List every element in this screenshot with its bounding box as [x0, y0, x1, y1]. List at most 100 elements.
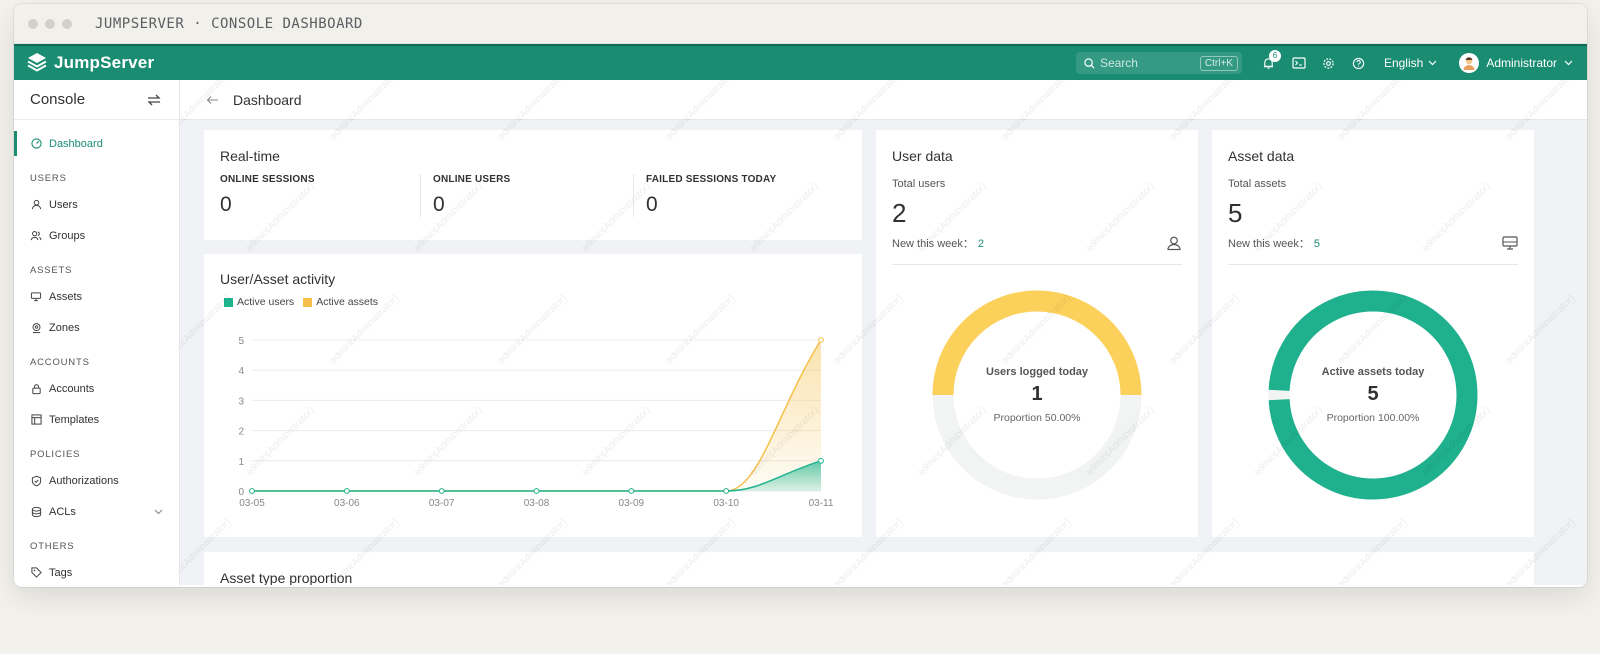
legend-active-assets[interactable]: Active assets	[303, 296, 378, 308]
monitor-icon	[1502, 236, 1518, 250]
sidebar-item-groups[interactable]: Groups	[14, 220, 179, 251]
sidebar-item-label: Dashboard	[49, 137, 103, 150]
users-logged-value: 1	[1031, 383, 1043, 405]
legend-label: Active assets	[316, 296, 379, 308]
lock-icon	[30, 383, 42, 395]
window-title: JUMPSERVER · CONSOLE DASHBOARD	[95, 15, 363, 32]
legend-active-users[interactable]: Active users	[224, 296, 294, 308]
sidebar-item-accounts[interactable]: Accounts	[14, 373, 179, 404]
template-icon	[30, 414, 42, 426]
sidebar-item-label: Tags	[49, 566, 73, 579]
activity-title: User/Asset activity	[220, 271, 336, 287]
chevron-down-icon	[1564, 60, 1573, 66]
data-point-users[interactable]	[249, 488, 255, 494]
assets-proportion: Proportion 100.00%	[1326, 412, 1420, 424]
data-point-users[interactable]	[818, 457, 824, 464]
total-assets-value: 5	[1228, 198, 1243, 228]
web-terminal-button[interactable]	[1284, 48, 1314, 78]
sidebar-item-label: Templates	[49, 413, 100, 426]
notifications-button[interactable]: 6	[1254, 48, 1284, 78]
sidebar-item-label: Accounts	[49, 382, 95, 395]
new-users-label: New this week：	[892, 238, 974, 250]
shield-icon	[30, 475, 42, 487]
data-point-users[interactable]	[343, 488, 350, 494]
settings-button[interactable]	[1314, 48, 1344, 78]
users-logged-label: Users logged today	[985, 366, 1089, 378]
series-line-users	[252, 460, 822, 492]
data-point-users[interactable]	[533, 488, 540, 494]
new-assets-label: New this week：	[1228, 238, 1310, 250]
maximize-window-icon[interactable]	[62, 18, 72, 29]
brand-logo[interactable]: JumpServer	[26, 52, 196, 74]
notification-badge: 6	[1268, 50, 1281, 62]
sidebar-item-authorizations[interactable]: Authorizations	[14, 465, 179, 496]
failed-sessions-stat[interactable]: FAILED SESSIONS TODAY 0	[633, 174, 846, 217]
legend-swatch	[224, 297, 233, 307]
user-avatar-icon	[1463, 57, 1475, 70]
tag-icon	[30, 567, 42, 579]
series-area-assets	[252, 340, 821, 491]
online-users-stat[interactable]: ONLINE USERS 0	[420, 174, 633, 217]
avatar	[1459, 53, 1480, 73]
user-menu[interactable]: Administrator	[1459, 53, 1573, 73]
sidebar-group-policies: POLICIES	[30, 449, 81, 460]
data-point-assets[interactable]	[818, 337, 824, 343]
sidebar-group-others: OTHERS	[30, 541, 75, 552]
location-icon	[30, 322, 42, 334]
sidebar-group-accounts: ACCOUNTS	[30, 357, 90, 368]
sidebar: Console Dashboard USERS Users Groups ASS…	[14, 80, 180, 585]
x-tick-label: 03-06	[334, 498, 360, 509]
language-dropdown[interactable]: English	[1384, 56, 1437, 70]
sidebar-item-label: ACLs	[49, 505, 76, 518]
sidebar-group-users: USERS	[30, 173, 67, 184]
y-tick-label: 5	[238, 336, 244, 347]
user-name: Administrator	[1486, 56, 1557, 70]
sidebar-item-acls[interactable]: ACLs	[14, 496, 179, 527]
sidebar-item-templates[interactable]: Templates	[14, 404, 179, 435]
active-assets-value: 5	[1367, 383, 1379, 405]
realtime-title: Real-time	[220, 148, 280, 164]
help-button[interactable]	[1344, 48, 1374, 78]
x-tick-label: 03-10	[713, 498, 739, 509]
chevron-down-icon	[1428, 60, 1437, 66]
y-tick-label: 0	[238, 487, 244, 498]
sidebar-item-assets[interactable]: Assets	[14, 281, 179, 312]
sidebar-group-assets: ASSETS	[30, 265, 73, 276]
global-search[interactable]: Search Ctrl+K	[1075, 52, 1242, 74]
assets-donut-center: Active assets today 5 Proportion 100.00%	[1268, 290, 1478, 500]
sidebar-item-label: Groups	[49, 229, 86, 242]
page-title: Dashboard	[233, 91, 302, 108]
brand-name: JumpServer	[54, 53, 155, 72]
close-window-icon[interactable]	[28, 18, 38, 29]
window-titlebar: JUMPSERVER · CONSOLE DASHBOARD	[14, 4, 1587, 44]
question-icon	[1353, 57, 1365, 69]
sidebar-item-users[interactable]: Users	[14, 189, 179, 220]
total-users-value: 2	[892, 198, 907, 228]
total-users-label: Total users	[892, 178, 946, 190]
search-icon	[1084, 57, 1095, 69]
failed-sessions-value: 0	[646, 193, 658, 216]
data-point-users[interactable]	[723, 488, 730, 494]
new-assets-row: New this week： 5	[1228, 235, 1518, 265]
activity-card: User/Asset activity Active users Active …	[204, 254, 862, 537]
series-area-users	[252, 460, 821, 491]
asset-data-card: Asset data Total assets 5 New this week：…	[1212, 130, 1534, 537]
sidebar-item-zones[interactable]: Zones	[14, 312, 179, 343]
y-tick-label: 2	[238, 427, 244, 438]
back-arrow-icon[interactable]	[206, 95, 219, 105]
data-point-users[interactable]	[438, 488, 445, 494]
x-tick-label: 03-08	[524, 498, 550, 509]
breadcrumb: Dashboard	[180, 80, 1587, 120]
users-proportion: Proportion 50.00%	[993, 412, 1081, 424]
users-donut-center: Users logged today 1 Proportion 50.00%	[932, 290, 1142, 500]
chevron-down-icon	[154, 509, 163, 514]
switch-view-icon[interactable]	[147, 94, 161, 106]
online-sessions-stat[interactable]: ONLINE SESSIONS 0	[220, 174, 420, 217]
sidebar-item-label: Authorizations	[49, 474, 119, 487]
sidebar-item-tags[interactable]: Tags	[14, 557, 179, 585]
acl-icon	[30, 506, 42, 518]
minimize-window-icon[interactable]	[45, 18, 55, 29]
data-point-users[interactable]	[628, 488, 635, 494]
sidebar-item-dashboard[interactable]: Dashboard	[14, 128, 179, 159]
asset-type-card: Asset type proportion	[204, 552, 1534, 585]
